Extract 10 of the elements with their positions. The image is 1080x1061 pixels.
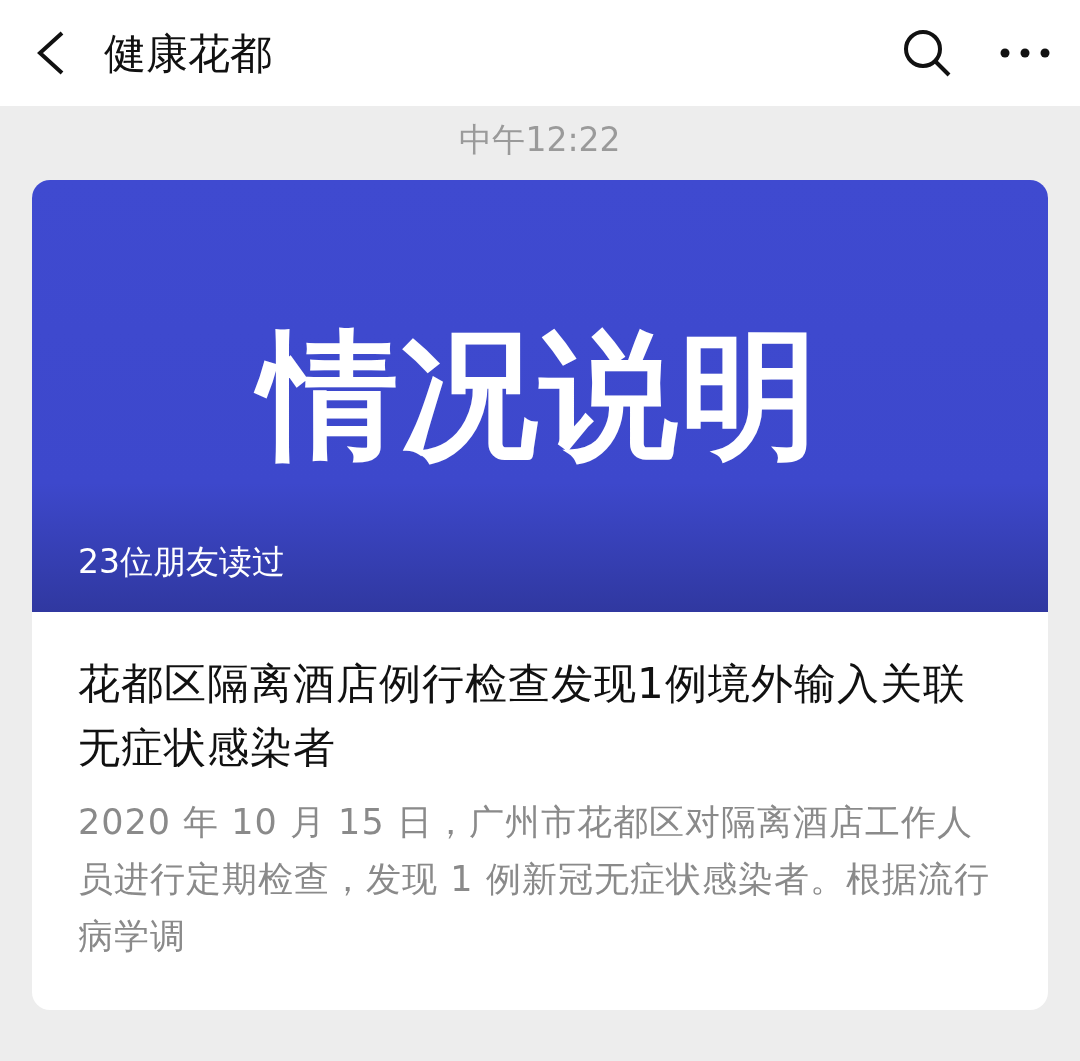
more-icon[interactable] xyxy=(1000,48,1050,58)
article-title[interactable]: 花都区隔离酒店例行检查发现1例境外输入关联无症状感染者 xyxy=(32,612,1048,780)
article-summary: 2020 年 10 月 15 日，广州市花都区对隔离酒店工作人员进行定期检查，发现 1 例新冠无症状感染者。根据流行病学调 xyxy=(77,801,991,958)
back-icon[interactable] xyxy=(36,31,66,75)
article-cover[interactable]: 情况说明 23位朋友读过 xyxy=(32,180,1048,612)
page-title: 健康花都 xyxy=(104,27,272,80)
read-count: 23位朋友读过 xyxy=(78,540,285,583)
cover-text: 情况说明 xyxy=(248,296,832,496)
search-icon[interactable] xyxy=(902,28,952,78)
timestamp: 中午12:22 xyxy=(458,120,622,160)
